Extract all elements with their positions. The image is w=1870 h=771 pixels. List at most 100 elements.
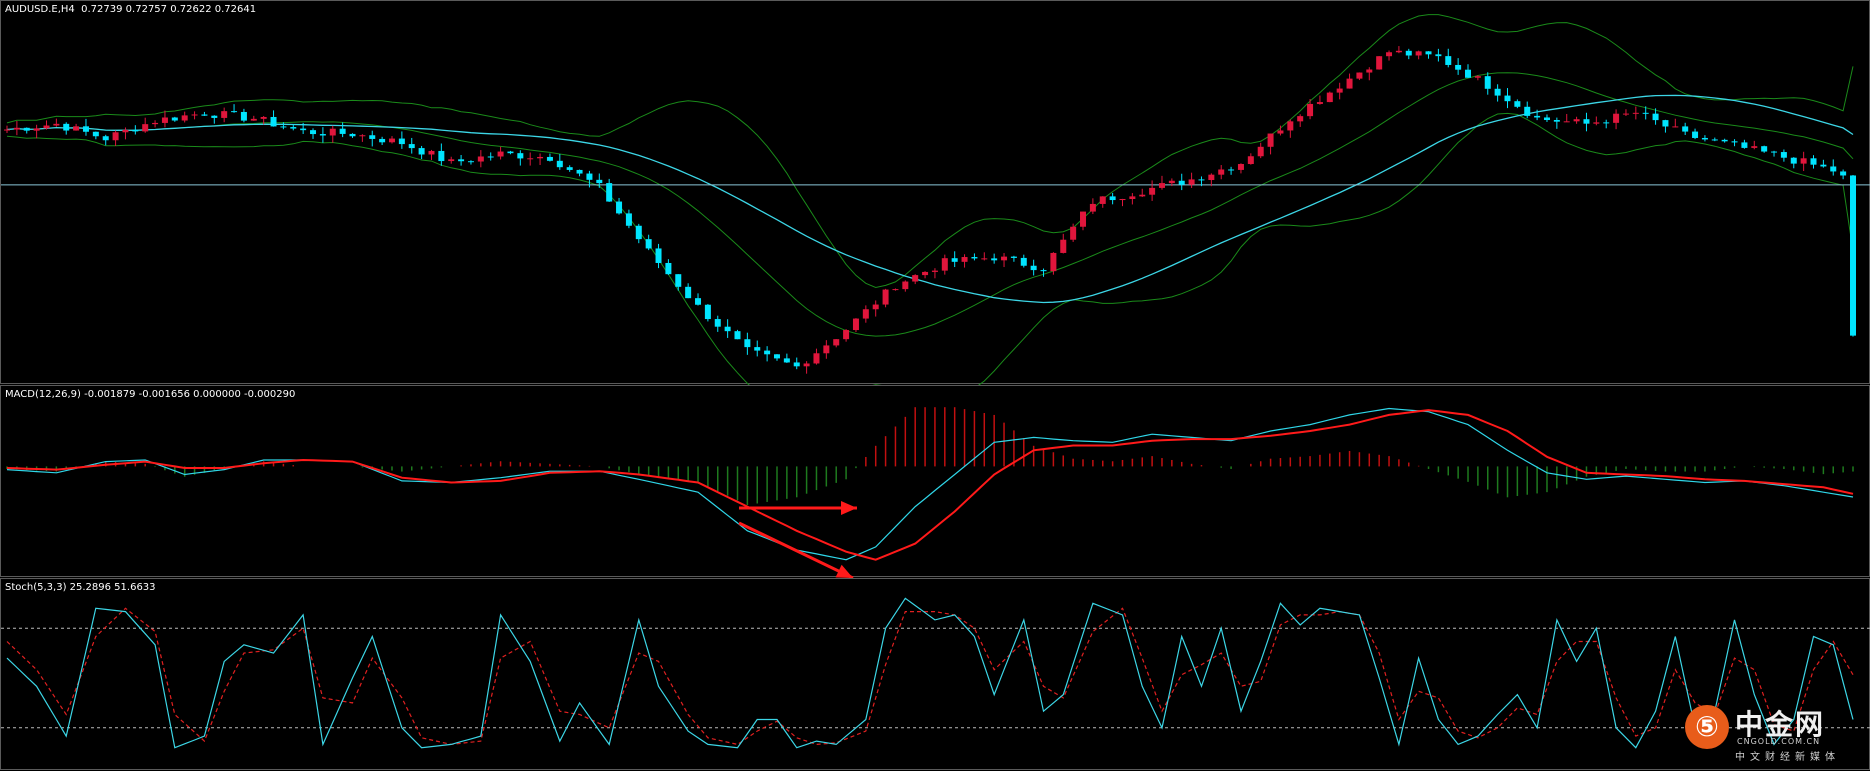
bollinger-upper bbox=[6, 14, 1854, 289]
candle-body bbox=[1731, 141, 1738, 143]
candle-body bbox=[1543, 117, 1550, 121]
watermark-logo: ⑤ 中金网 CNGOLD.COM.CN 中文财经新媒体 bbox=[1685, 703, 1855, 763]
candle-body bbox=[1366, 69, 1373, 73]
candle-body bbox=[319, 134, 326, 136]
candle-body bbox=[497, 151, 504, 157]
candle-body bbox=[1553, 120, 1560, 122]
macd-pane: MACD(12,26,9) -0.001879 -0.001656 0.0000… bbox=[0, 385, 1870, 578]
candle-body bbox=[1632, 112, 1639, 114]
candle-body bbox=[1622, 113, 1629, 115]
candle-body bbox=[902, 281, 909, 290]
candle-body bbox=[1692, 131, 1699, 138]
candle-body bbox=[1218, 169, 1225, 175]
candle-body bbox=[102, 136, 109, 141]
candle-body bbox=[1089, 203, 1096, 212]
stoch-main-line bbox=[6, 597, 1854, 749]
candle-body bbox=[951, 258, 958, 262]
candle-body bbox=[1790, 157, 1797, 164]
candle-body bbox=[754, 347, 761, 351]
candle-body bbox=[4, 129, 10, 131]
candle-body bbox=[546, 156, 553, 161]
candle-body bbox=[63, 123, 70, 131]
candle-body bbox=[191, 114, 198, 116]
candle-body bbox=[1524, 106, 1531, 116]
macd-chart bbox=[6, 407, 1854, 578]
candle-body bbox=[1277, 130, 1284, 134]
candle-body bbox=[33, 128, 40, 131]
candle-body bbox=[882, 289, 889, 305]
candle-body bbox=[1474, 76, 1481, 78]
candle-body bbox=[1810, 158, 1817, 165]
candle-body bbox=[1326, 92, 1333, 103]
candle-body bbox=[991, 258, 998, 261]
candle-body bbox=[724, 326, 731, 332]
candle-body bbox=[1040, 270, 1047, 272]
candle-body bbox=[467, 161, 474, 163]
candle-body bbox=[852, 318, 859, 331]
logo-tagline: 中文财经新媒体 bbox=[1735, 752, 1840, 763]
logo-emblem: ⑤ bbox=[1685, 705, 1729, 749]
stoch-chart bbox=[1, 597, 1870, 749]
candle-body bbox=[1237, 164, 1244, 170]
candle-body bbox=[122, 129, 129, 133]
candle-body bbox=[270, 116, 277, 127]
candle-body bbox=[73, 126, 80, 131]
candle-body bbox=[1751, 146, 1758, 148]
candle-body bbox=[161, 117, 168, 123]
candle-body bbox=[1010, 256, 1017, 258]
candle-body bbox=[1840, 171, 1847, 176]
candle-body bbox=[1583, 119, 1590, 124]
candle-body bbox=[1395, 50, 1402, 53]
candle-body bbox=[112, 132, 119, 141]
candle-body bbox=[665, 262, 672, 275]
candle-body bbox=[1494, 88, 1501, 96]
candle-body bbox=[507, 151, 514, 154]
macd-pane-label: MACD(12,26,9) -0.001879 -0.001656 0.0000… bbox=[5, 389, 296, 400]
candle-body bbox=[1178, 180, 1185, 185]
candle-body bbox=[961, 257, 968, 262]
candle-body bbox=[1415, 51, 1422, 56]
candle-body bbox=[1445, 56, 1452, 65]
candle-body bbox=[1504, 95, 1511, 102]
candle-body bbox=[1563, 121, 1570, 123]
candle-body bbox=[971, 257, 978, 259]
candle-body bbox=[290, 127, 297, 129]
candle-body bbox=[803, 363, 810, 367]
candle-body bbox=[1208, 174, 1215, 181]
candle-body bbox=[616, 201, 623, 214]
candle-body bbox=[142, 124, 149, 132]
candle-body bbox=[428, 150, 435, 155]
candle-body bbox=[566, 167, 573, 170]
candle-body bbox=[922, 271, 929, 276]
candle-body bbox=[744, 339, 751, 348]
candle-body bbox=[635, 225, 642, 240]
candle-body bbox=[1613, 113, 1620, 123]
candle-body bbox=[1109, 196, 1116, 201]
stoch-pane-label: Stoch(5,3,3) 25.2896 51.6633 bbox=[5, 582, 156, 593]
bollinger-middle bbox=[6, 72, 1854, 337]
candle-body bbox=[1514, 101, 1521, 107]
candle-body bbox=[1336, 88, 1343, 93]
candle-body bbox=[82, 126, 89, 132]
candle-body bbox=[764, 350, 771, 355]
candle-body bbox=[260, 116, 267, 119]
candle-body bbox=[1761, 146, 1768, 152]
candle-body bbox=[833, 339, 840, 346]
candle-body bbox=[132, 129, 139, 132]
candle-body bbox=[152, 122, 159, 125]
candle-body bbox=[1267, 133, 1274, 147]
candle-body bbox=[300, 128, 307, 131]
candle-body bbox=[1721, 139, 1728, 142]
candle-body bbox=[448, 159, 455, 162]
candle-body bbox=[13, 127, 20, 130]
candle-body bbox=[1435, 54, 1442, 57]
candle-body bbox=[586, 173, 593, 180]
candle-body bbox=[1455, 64, 1462, 70]
candle-body bbox=[773, 354, 780, 359]
candle-body bbox=[1257, 146, 1264, 157]
candle-body bbox=[1316, 102, 1323, 104]
candle-body bbox=[231, 111, 238, 113]
candle-body bbox=[201, 114, 208, 116]
candle-body bbox=[1465, 69, 1472, 78]
candle-body bbox=[1405, 50, 1412, 56]
